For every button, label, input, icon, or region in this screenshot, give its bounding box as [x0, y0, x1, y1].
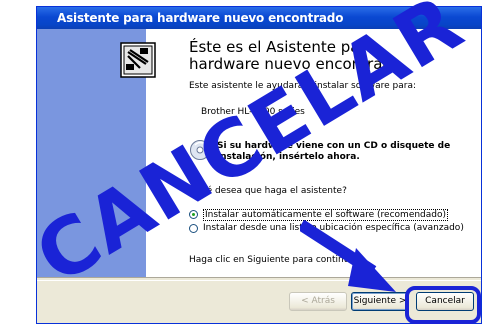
hardware-wizard-icon: [120, 42, 156, 78]
window-title: Asistente para hardware nuevo encontrado: [57, 11, 344, 25]
cancel-highlight-ring: [405, 286, 481, 324]
arrow-icon: [300, 220, 396, 292]
